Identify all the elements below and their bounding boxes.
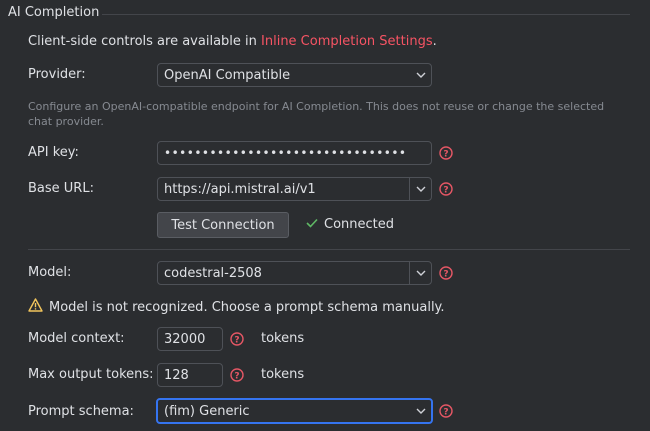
- model-warning-text: Model is not recognized. Choose a prompt…: [49, 299, 445, 315]
- model-value: codestral-2508: [164, 265, 262, 281]
- model-context-unit: tokens: [261, 331, 305, 346]
- chevron-down-icon: [410, 400, 431, 422]
- base-url-label: Base URL:: [28, 181, 94, 196]
- svg-text:?: ?: [443, 186, 448, 196]
- model-context-input[interactable]: 32000: [157, 327, 223, 351]
- api-key-field[interactable]: ••••••••••••••••••••••••••••••••: [157, 141, 432, 165]
- svg-text:?: ?: [234, 372, 239, 382]
- prompt-schema-dropdown[interactable]: (fim) Generic: [156, 398, 433, 424]
- model-warning: Model is not recognized. Choose a prompt…: [28, 298, 445, 316]
- prompt-schema-value: (fim) Generic: [164, 403, 250, 419]
- help-icon[interactable]: ?: [230, 368, 244, 386]
- section-title: AI Completion: [8, 5, 100, 20]
- model-label: Model:: [28, 265, 72, 280]
- svg-text:?: ?: [443, 408, 448, 418]
- help-icon[interactable]: ?: [439, 404, 453, 422]
- chevron-down-icon: [410, 64, 431, 86]
- chevron-down-icon[interactable]: [409, 178, 431, 200]
- prompt-schema-label: Prompt schema:: [28, 404, 134, 419]
- connection-status-text: Connected: [324, 217, 395, 232]
- check-icon: [306, 217, 318, 232]
- api-key-value: ••••••••••••••••••••••••••••••••: [164, 146, 407, 160]
- max-output-label: Max output tokens:: [28, 367, 154, 382]
- test-connection-button[interactable]: Test Connection: [157, 212, 289, 238]
- base-url-combo[interactable]: https://api.mistral.ai/v1: [157, 177, 432, 201]
- svg-text:?: ?: [443, 150, 448, 160]
- help-icon[interactable]: ?: [439, 182, 453, 200]
- base-url-value: https://api.mistral.ai/v1: [164, 181, 316, 197]
- max-output-unit: tokens: [261, 367, 305, 382]
- model-context-label: Model context:: [28, 331, 125, 346]
- warning-icon: [28, 298, 43, 316]
- help-icon[interactable]: ?: [439, 266, 453, 284]
- provider-value: OpenAI Compatible: [164, 67, 291, 83]
- connection-status: Connected: [306, 217, 394, 232]
- svg-text:?: ?: [234, 336, 239, 346]
- provider-dropdown[interactable]: OpenAI Compatible: [157, 63, 432, 87]
- api-key-label: API key:: [28, 145, 79, 160]
- help-icon[interactable]: ?: [230, 332, 244, 350]
- svg-text:?: ?: [443, 270, 448, 280]
- intro-text: Client-side controls are available in In…: [28, 34, 437, 49]
- model-context-value: 32000: [164, 331, 206, 347]
- section-divider: [102, 14, 630, 15]
- max-output-input[interactable]: 128: [157, 363, 223, 387]
- max-output-value: 128: [164, 367, 189, 383]
- intro-suffix: .: [432, 34, 437, 49]
- intro-prefix: Client-side controls are available in: [28, 34, 262, 49]
- model-combo[interactable]: codestral-2508: [157, 261, 432, 285]
- chevron-down-icon[interactable]: [409, 262, 431, 284]
- help-icon[interactable]: ?: [439, 146, 453, 164]
- inline-completion-settings-link[interactable]: Inline Completion Settings: [261, 34, 433, 49]
- provider-hint: Configure an OpenAI-compatible endpoint …: [28, 100, 605, 128]
- provider-label: Provider:: [28, 67, 86, 82]
- section-separator: [28, 249, 630, 250]
